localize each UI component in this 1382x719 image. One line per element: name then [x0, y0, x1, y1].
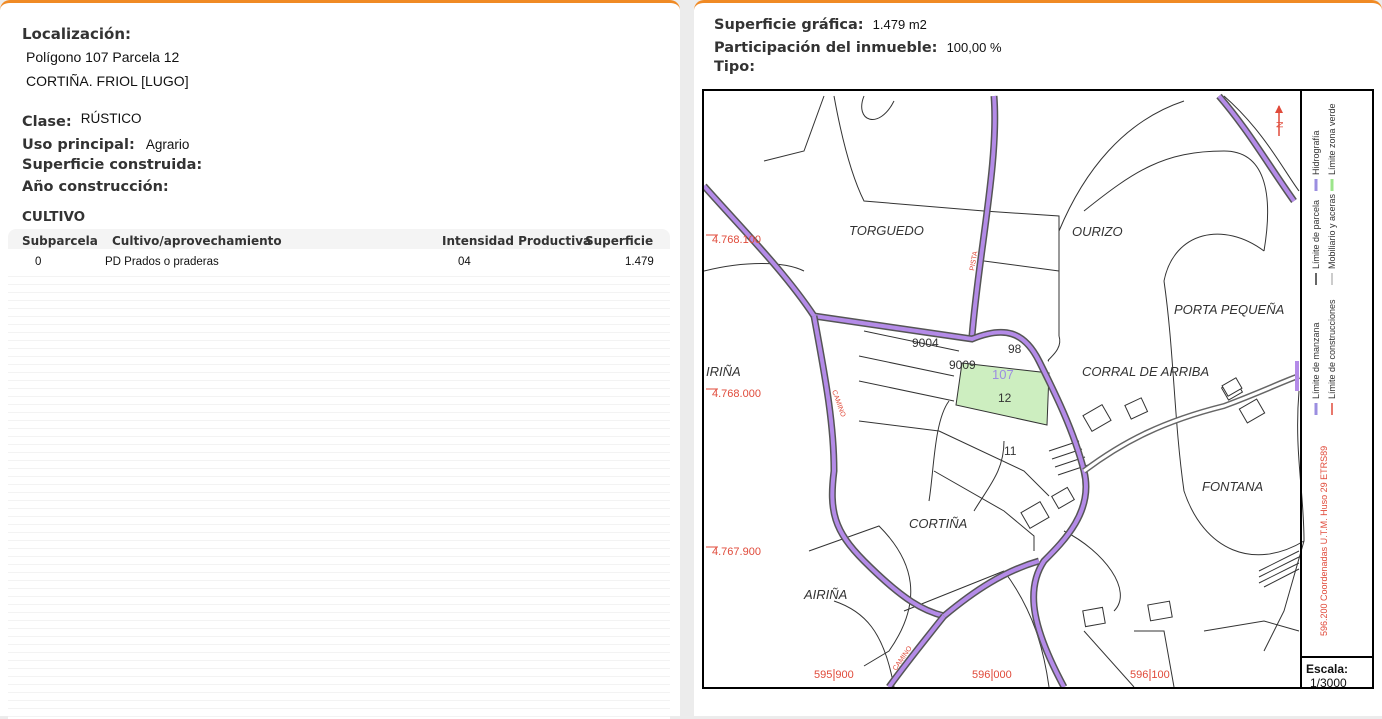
property-info-panel: Localización: Polígono 107 Parcela 12 CO… — [0, 0, 680, 719]
uso-row: Uso principal: Agrario — [22, 134, 189, 153]
clase-label: Clase: — [22, 114, 72, 130]
cell-cultivo: PD Prados o praderas — [105, 256, 219, 268]
place-torguedo: TORGUEDO — [849, 223, 924, 238]
uso-value: Agrario — [145, 137, 190, 152]
legend-mobiliario: Mobiliario y aceras — [1327, 193, 1337, 269]
map-panel: Superficie gráfica: 1.479 m2 Participaci… — [694, 0, 1382, 716]
place-porta-pequena: PORTA PEQUEÑA — [1174, 302, 1284, 317]
legend-parcela: Límite de parcela — [1311, 200, 1321, 269]
coord-y-4768000: 4.768.000 — [712, 388, 761, 400]
cell-intensidad: 04 — [458, 256, 471, 268]
svg-text:N: N — [1275, 122, 1285, 129]
superficie-grafica-label: Superficie gráfica: — [714, 17, 864, 33]
cadastral-map[interactable]: TORGUEDO OURIZO PORTA PEQUEÑA CORRAL DE … — [702, 89, 1374, 689]
legend-coordenadas: 596.200 Coordenadas U.T.M. Huso 29 ETRS8… — [1319, 446, 1329, 636]
parcel-98: 98 — [1008, 342, 1022, 356]
polygon-107: 107 — [992, 367, 1014, 382]
superficie-grafica-value: 1.479 m2 — [872, 17, 927, 32]
legend-hidrografia: Hidrografía — [1311, 130, 1321, 175]
participacion-value: 100,00 % — [946, 40, 1002, 55]
hatch-area — [1048, 440, 1300, 588]
superficie-grafica-row: Superficie gráfica: 1.479 m2 — [714, 14, 927, 33]
legend-construcciones: Límite de construcciones — [1327, 299, 1337, 399]
parcel-9004: 9004 — [912, 336, 939, 350]
parcel-9009: 9009 — [949, 358, 976, 372]
cultivo-title: CULTIVO — [22, 209, 86, 225]
coord-y-4768100: 4.768.100 — [712, 234, 761, 246]
place-fontana: FONTANA — [1202, 479, 1263, 494]
address-line1: Polígono 107 Parcela 12 — [26, 49, 180, 65]
legend-zona-verde: Límite zona verde — [1327, 103, 1337, 175]
superficie-construida-label: Superficie construida: — [22, 157, 203, 173]
header-subparcela: Subparcela — [22, 234, 98, 248]
place-cortina: CORTIÑA — [909, 516, 967, 531]
place-irina: IRIÑA — [706, 364, 741, 379]
tipo-label: Tipo: — [714, 59, 756, 75]
place-ourizo: OURIZO — [1072, 224, 1123, 239]
header-intensidad: Intensidad Productiva — [442, 234, 592, 248]
escala-label: Escala: — [1306, 662, 1348, 676]
header-cultivo: Cultivo/aprovechamiento — [112, 234, 282, 248]
clase-value: RÚSTICO — [80, 111, 142, 126]
clase-row: Clase: RÚSTICO — [22, 111, 142, 130]
participacion-label: Participación del inmueble: — [714, 40, 938, 56]
escala-value: 1/3000 — [1310, 676, 1347, 687]
buildings — [1020, 377, 1266, 628]
north-arrow-icon: N — [1275, 105, 1285, 136]
parcel-12: 12 — [998, 391, 1012, 405]
cultivo-table: Subparcela Cultivo/aprovechamiento Inten… — [8, 229, 670, 719]
cell-subparcela: 0 — [35, 256, 42, 268]
participacion-row: Participación del inmueble: 100,00 % — [714, 37, 1002, 56]
legend-manzana: Límite de manzana — [1311, 322, 1321, 399]
localizacion-label: Localización: — [22, 25, 132, 43]
map-legend: Hidrografía Límite zona verde Límite de … — [1311, 103, 1337, 636]
parcel-11: 11 — [1004, 444, 1017, 458]
uso-label: Uso principal: — [22, 137, 135, 153]
coord-y-4767900: 4.767.900 — [712, 546, 761, 558]
place-corral-de-arriba: CORRAL DE ARRIBA — [1082, 364, 1209, 379]
map-svg: TORGUEDO OURIZO PORTA PEQUEÑA CORRAL DE … — [704, 91, 1372, 687]
place-airina: AIRIÑA — [803, 587, 847, 602]
cell-superficie: 1.479 — [625, 256, 654, 268]
address-line2: CORTIÑA. FRIOL [LUGO] — [26, 73, 189, 89]
ano-construccion-label: Año construcción: — [22, 179, 169, 195]
